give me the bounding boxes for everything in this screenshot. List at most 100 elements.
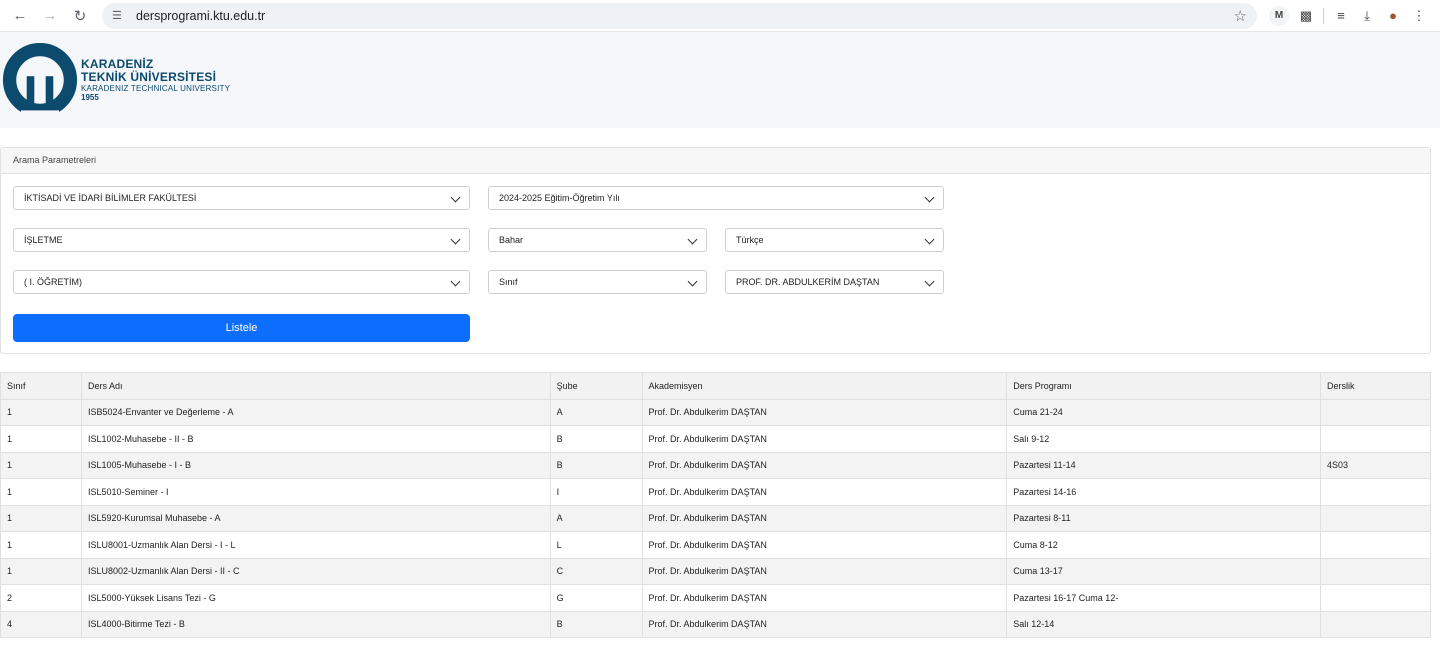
class-value: Sınıf bbox=[499, 277, 518, 287]
cell-section: B bbox=[549, 610, 643, 638]
cell-section: I bbox=[549, 478, 643, 506]
ktu-logo-icon[interactable] bbox=[2, 40, 78, 120]
cell-schedule: Salı 9-12 bbox=[1006, 425, 1322, 453]
cell-class: 1 bbox=[0, 451, 82, 479]
cell-class: 1 bbox=[0, 531, 82, 559]
header-schedule: Ders Programı bbox=[1006, 372, 1322, 400]
chevron-down-icon bbox=[450, 234, 461, 245]
search-panel: Arama Parametreleri İKTİSADİ VE İDARİ Bİ… bbox=[0, 147, 1431, 354]
table-row: 1 ISL1002-Muhasebe - II - B B Prof. Dr. Abd… bbox=[0, 425, 1431, 453]
chevron-down-icon bbox=[450, 192, 461, 203]
faculty-value: İKTİSADİ VE İDARİ BİLİMLER FAKÜLTESİ bbox=[24, 193, 197, 203]
cell-course-name: ISL1005-Muhasebe - I - B bbox=[80, 451, 551, 479]
site-info-icon[interactable]: ☰ bbox=[112, 9, 128, 22]
cell-section: A bbox=[549, 504, 643, 532]
table-row: 1 ISL1005-Muhasebe - I - B B Prof. Dr. Abdu… bbox=[0, 451, 1431, 479]
forward-icon[interactable]: → bbox=[38, 4, 62, 28]
chevron-down-icon bbox=[924, 192, 935, 203]
cell-class: 1 bbox=[0, 504, 82, 532]
bookmark-star-icon[interactable]: ☆ bbox=[1234, 7, 1247, 25]
cell-course-name: ISL1002-Muhasebe - II - B bbox=[80, 425, 551, 453]
cell-classroom bbox=[1320, 557, 1431, 585]
cell-classroom bbox=[1320, 610, 1431, 638]
table-header-row: Sınıf Ders Adı Şube Akademisyen Ders Pro… bbox=[0, 372, 1431, 400]
cell-course-name: ISL5920-Kurumsal Muhasebe - A bbox=[80, 504, 551, 532]
language-select[interactable]: Türkçe bbox=[725, 228, 944, 252]
cell-class: 1 bbox=[0, 398, 82, 426]
reading-list-icon[interactable]: ≡ bbox=[1328, 4, 1354, 28]
brand-year: 1955 bbox=[81, 92, 99, 102]
cell-class: 4 bbox=[0, 610, 82, 638]
brand-line-1: KARADENİZ bbox=[81, 56, 154, 71]
browser-toolbar: ← → ↻ ☰ dersprogrami.ktu.edu.tr ☆ M ▩ ≡ … bbox=[0, 0, 1440, 32]
header-course-name: Ders Adı bbox=[80, 372, 551, 400]
year-select[interactable]: 2024-2025 Eğitim-Öğretim Yılı bbox=[488, 186, 944, 210]
reload-icon[interactable]: ↻ bbox=[68, 4, 92, 28]
faculty-select[interactable]: İKTİSADİ VE İDARİ BİLİMLER FAKÜLTESİ bbox=[13, 186, 470, 210]
cell-section: A bbox=[549, 398, 643, 426]
cell-academic: Prof. Dr. Abdulkerim DAŞTAN bbox=[641, 398, 1008, 426]
profile-avatar-icon[interactable]: ● bbox=[1380, 4, 1406, 28]
cell-class: 1 bbox=[0, 425, 82, 453]
cell-classroom bbox=[1320, 504, 1431, 532]
site-header: KARADENİZ TEKNİK ÜNİVERSİTESİ KARADENIZ … bbox=[0, 32, 1440, 128]
instructor-select[interactable]: PROF. DR. ABDULKERİM DAŞTAN bbox=[725, 270, 944, 294]
cell-academic: Prof. Dr. Abdulkerim DAŞTAN bbox=[641, 531, 1008, 559]
cell-schedule: Salı 12-14 bbox=[1006, 610, 1322, 638]
cell-academic: Prof. Dr. Abdulkerim DAŞTAN bbox=[641, 478, 1008, 506]
class-select[interactable]: Sınıf bbox=[488, 270, 707, 294]
cell-section: L bbox=[549, 531, 643, 559]
cell-classroom bbox=[1320, 531, 1431, 559]
extension-m-icon[interactable]: M bbox=[1269, 5, 1289, 26]
download-icon[interactable]: ⤓ bbox=[1354, 4, 1380, 28]
cell-academic: Prof. Dr. Abdulkerim DAŞTAN bbox=[641, 425, 1008, 453]
cell-academic: Prof. Dr. Abdulkerim DAŞTAN bbox=[641, 584, 1008, 612]
list-button[interactable]: Listele bbox=[13, 314, 470, 342]
cell-schedule: Pazartesi 16-17 Cuma 12- bbox=[1006, 584, 1322, 612]
brand-text: KARADENİZ TEKNİK ÜNİVERSİTESİ KARADENIZ … bbox=[81, 56, 231, 103]
table-row: 2 ISL5000-Yüksek Lisans Tezi - G G Prof. Dr… bbox=[0, 584, 1431, 612]
cell-course-name: ISB5024-Envanter ve Değerleme - A bbox=[80, 398, 551, 426]
chevron-down-icon bbox=[450, 276, 461, 287]
cell-course-name: ISLU8001-Uzmanlık Alan Dersi - I - L bbox=[80, 531, 551, 559]
table-row: 1 ISB5024-Envanter ve Değerleme - A A Prof.… bbox=[0, 398, 1431, 426]
department-value: İŞLETME bbox=[24, 235, 63, 245]
cell-classroom bbox=[1320, 425, 1431, 453]
program-value: ( I. ÖĞRETİM) bbox=[24, 277, 82, 287]
chevron-down-icon bbox=[687, 276, 698, 287]
cell-classroom: 4S03 bbox=[1320, 451, 1431, 479]
cell-schedule: Pazartesi 11-14 bbox=[1006, 451, 1322, 479]
cell-schedule: Cuma 13-17 bbox=[1006, 557, 1322, 585]
chevron-down-icon bbox=[924, 276, 935, 287]
table-row: 4 ISL4000-Bitirme Tezi - B B Prof. Dr. Abdu… bbox=[0, 610, 1431, 638]
term-select[interactable]: Bahar bbox=[488, 228, 707, 252]
cell-academic: Prof. Dr. Abdulkerim DAŞTAN bbox=[641, 504, 1008, 532]
menu-dots-icon[interactable]: ⋮ bbox=[1406, 4, 1432, 28]
language-value: Türkçe bbox=[736, 235, 764, 245]
cell-schedule: Pazartesi 8-11 bbox=[1006, 504, 1322, 532]
brand-line-3: KARADENIZ TECHNICAL UNIVERSITY bbox=[81, 83, 231, 93]
cell-academic: Prof. Dr. Abdulkerim DAŞTAN bbox=[641, 451, 1008, 479]
cell-course-name: ISL4000-Bitirme Tezi - B bbox=[80, 610, 551, 638]
cell-schedule: Pazartesi 14-16 bbox=[1006, 478, 1322, 506]
cell-classroom bbox=[1320, 584, 1431, 612]
header-classroom: Derslik bbox=[1320, 372, 1431, 400]
table-row: 1 ISLU8002-Uzmanlık Alan Dersi - II - CCP… bbox=[0, 557, 1431, 585]
cell-classroom bbox=[1320, 398, 1431, 426]
address-bar[interactable]: ☰ dersprogrami.ktu.edu.tr ☆ bbox=[102, 2, 1257, 29]
chevron-down-icon bbox=[687, 234, 698, 245]
department-select[interactable]: İŞLETME bbox=[13, 228, 470, 252]
extensions-puzzle-icon[interactable]: ▩ bbox=[1293, 4, 1319, 28]
cell-class: 1 bbox=[0, 478, 82, 506]
cell-schedule: Cuma 21-24 bbox=[1006, 398, 1322, 426]
cell-course-name: ISL5000-Yüksek Lisans Tezi - G bbox=[80, 584, 551, 612]
cell-section: B bbox=[549, 451, 643, 479]
back-icon[interactable]: ← bbox=[8, 4, 32, 28]
brand-line-2: TEKNİK ÜNİVERSİTESİ bbox=[81, 69, 217, 84]
cell-academic: Prof. Dr. Abdulkerim DAŞTAN bbox=[641, 557, 1008, 585]
cell-section: C bbox=[549, 557, 643, 585]
cell-class: 2 bbox=[0, 584, 82, 612]
cell-academic: Prof. Dr. Abdulkerim DAŞTAN bbox=[641, 610, 1008, 638]
cell-classroom bbox=[1320, 478, 1431, 506]
program-select[interactable]: ( I. ÖĞRETİM) bbox=[13, 270, 470, 294]
